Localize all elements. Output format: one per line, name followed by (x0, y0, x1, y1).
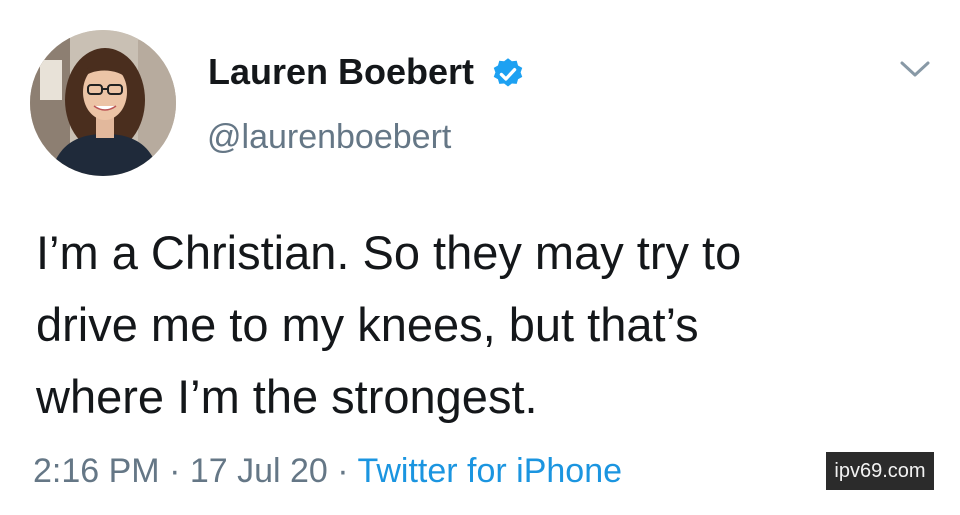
tweet-text-line: drive me to my knees, but that’s (36, 298, 699, 351)
tweet-text: I’m a Christian. So they may try to driv… (36, 217, 936, 433)
tweet-time[interactable]: 2:16 PM (33, 452, 160, 490)
profile-photo-icon (30, 30, 176, 176)
tweet-metadata: 2:16 PM · 17 Jul 20 · Twitter for iPhone (33, 449, 622, 493)
author-display-name[interactable]: Lauren Boebert (208, 50, 474, 94)
meta-separator: · (327, 452, 358, 490)
tweet-source-link[interactable]: Twitter for iPhone (357, 452, 622, 490)
avatar[interactable] (30, 30, 176, 176)
meta-separator: · (159, 452, 190, 490)
tweet-date[interactable]: 17 Jul 20 (190, 452, 328, 490)
tweet-text-line: I’m a Christian. So they may try to (36, 226, 742, 279)
chevron-down-icon[interactable] (898, 58, 932, 80)
watermark: ipv69.com (826, 452, 934, 490)
author-handle[interactable]: @laurenboebert (207, 115, 451, 159)
tweet-card: Lauren Boebert @laurenboebert I’m a Chri… (0, 0, 960, 515)
tweet-text-line: where I’m the strongest. (36, 370, 538, 423)
verified-badge-icon (493, 58, 523, 87)
